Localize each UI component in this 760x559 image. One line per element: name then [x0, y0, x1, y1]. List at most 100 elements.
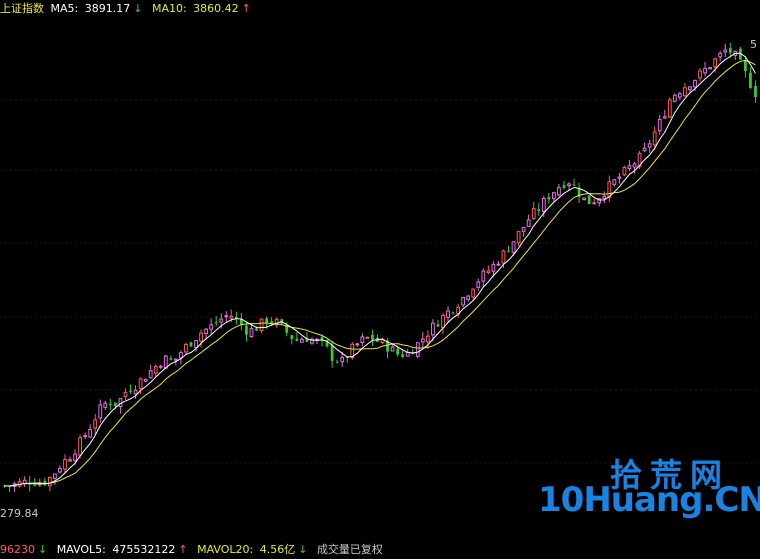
- candle-body-88: [446, 310, 450, 318]
- axis-min-label: 279.84: [0, 507, 39, 520]
- candle-body-21: [108, 403, 112, 405]
- candle-body-131: [662, 116, 667, 119]
- candle-body-85: [431, 322, 435, 336]
- candle-body-16: [83, 435, 88, 438]
- vol-value: 96230 ↓: [0, 543, 48, 556]
- candle-body-65: [330, 345, 334, 361]
- candle-body-34: [173, 358, 178, 361]
- candle-body-93: [471, 288, 476, 298]
- candle-body-139: [703, 67, 707, 74]
- candle-body-79: [401, 354, 405, 357]
- candle-body-120: [607, 181, 612, 198]
- index-name: 上证指数: [0, 2, 44, 15]
- mavol20-label: MAVOL20: 4.56亿 ↓: [197, 543, 308, 556]
- candle-body-86: [436, 324, 440, 327]
- candle-body-30: [153, 365, 158, 374]
- candle-body-103: [521, 226, 526, 232]
- candle-body-107: [541, 198, 546, 212]
- candle-body-99: [501, 250, 506, 264]
- candle-body-147: [744, 60, 747, 72]
- axis-max-label: 5: [750, 38, 757, 51]
- mavol5-label: MAVOL5: 475532122 ↑: [56, 543, 188, 556]
- candle-body-29: [148, 370, 153, 379]
- candle-body-141: [713, 58, 718, 68]
- candle-body-134: [677, 93, 682, 98]
- candle-body-87: [441, 314, 445, 328]
- candle-body-10: [53, 473, 57, 479]
- candle-body-37: [189, 342, 193, 347]
- candle-body-127: [642, 147, 647, 152]
- candle-body-44: [224, 315, 229, 318]
- candle-body-48: [245, 325, 248, 335]
- candle-body-140: [708, 67, 713, 70]
- candle-body-26: [133, 389, 138, 395]
- candle-body-135: [683, 87, 687, 97]
- candle-body-14: [73, 453, 77, 461]
- candle-body-110: [557, 187, 561, 196]
- candle-body-95: [481, 270, 486, 282]
- candle-body-72: [365, 336, 370, 339]
- candle-body-13: [68, 459, 72, 462]
- candle-body-116: [587, 195, 591, 204]
- candle-body-128: [647, 143, 652, 148]
- candle-body-92: [466, 295, 471, 300]
- candle-body-84: [425, 335, 430, 343]
- candle-body-121: [612, 179, 617, 185]
- candle-body-149: [754, 86, 757, 98]
- candle-body-38: [194, 340, 198, 348]
- candle-body-73: [371, 335, 374, 340]
- candle-body-57: [290, 335, 294, 340]
- candle-body-132: [667, 99, 672, 118]
- candle-body-96: [486, 270, 491, 273]
- candle-body-6: [33, 484, 37, 486]
- candle-body-33: [169, 358, 173, 360]
- candle-body-123: [622, 166, 627, 176]
- candle-body-104: [526, 219, 531, 227]
- candle-body-148: [749, 72, 752, 88]
- candle-body-58: [295, 338, 299, 341]
- candle-body-71: [360, 336, 365, 344]
- candle-body-106: [537, 209, 541, 211]
- candle-body-77: [390, 346, 395, 352]
- candle-body-129: [652, 131, 657, 146]
- watermark-english: 10Huang.CN: [538, 480, 760, 520]
- candle-body-119: [602, 195, 607, 199]
- candle-body-59: [299, 338, 304, 343]
- candle-body-31: [158, 365, 163, 368]
- candle-body-45: [229, 315, 234, 319]
- candle-body-49: [249, 328, 254, 337]
- candle-body-43: [219, 318, 224, 323]
- candle-body-137: [693, 79, 697, 88]
- candle-body-138: [698, 70, 702, 79]
- candle-body-122: [617, 176, 622, 179]
- candle-body-112: [567, 183, 571, 187]
- candle-body-142: [718, 52, 723, 58]
- candle-body-18: [93, 419, 98, 429]
- candle-body-117: [592, 202, 597, 205]
- candle-body-105: [531, 208, 536, 219]
- candle-body-17: [88, 428, 93, 438]
- candle-body-67: [340, 356, 345, 363]
- candle-body-143: [723, 49, 728, 53]
- candle-body-22: [114, 402, 117, 407]
- candle-body-66: [335, 361, 339, 363]
- candle-body-39: [199, 332, 203, 342]
- chart-header: 上证指数 MA5: 3891.17 ↓ MA10: 3860.42 ↑: [0, 1, 257, 17]
- candle-body-130: [657, 119, 662, 132]
- candle-body-100: [507, 251, 510, 253]
- candle-body-25: [129, 390, 132, 393]
- candle-body-70: [355, 343, 360, 346]
- candle-body-12: [63, 459, 67, 470]
- candle-body-101: [511, 241, 516, 254]
- candle-body-113: [572, 184, 576, 186]
- candle-body-94: [476, 281, 481, 288]
- candle-body-89: [451, 312, 455, 314]
- candle-body-19: [98, 404, 103, 419]
- ma10-label: MA10: 3860.42 ↑: [151, 2, 251, 15]
- candle-body-111: [562, 185, 566, 188]
- candle-body-27: [138, 378, 143, 389]
- volume-note: 成交量已复权: [316, 543, 383, 556]
- candle-body-108: [547, 197, 551, 200]
- candle-body-63: [320, 336, 324, 340]
- candle-body-115: [582, 197, 587, 200]
